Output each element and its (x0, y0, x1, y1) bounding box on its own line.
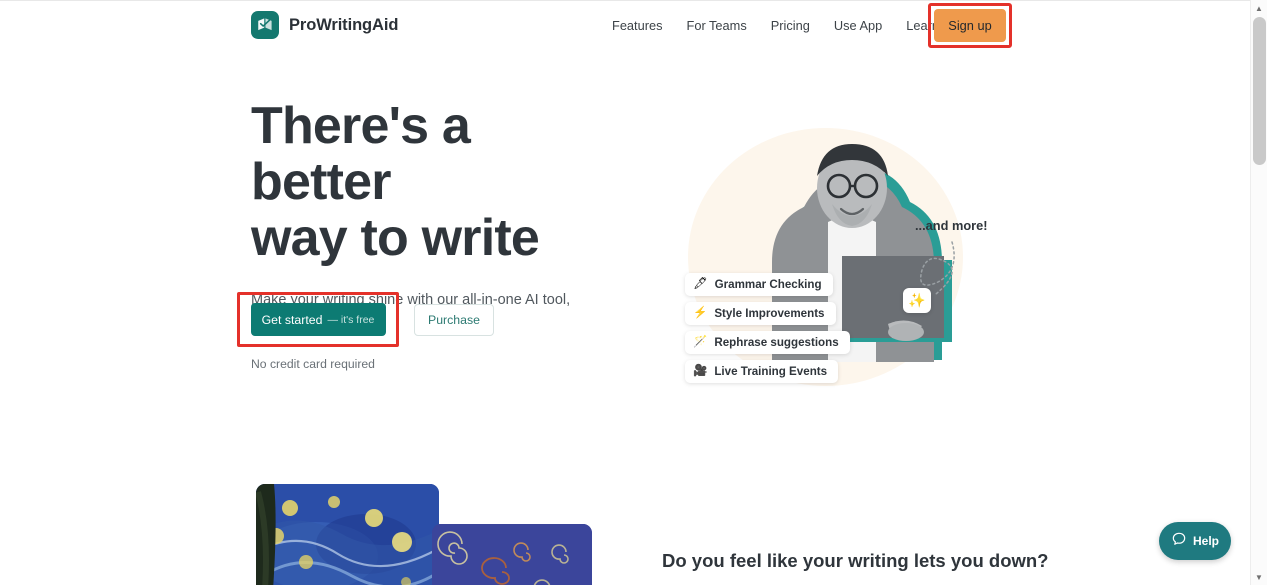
sign-up-highlight-box: Sign up (928, 3, 1012, 48)
hero-copy: There's a better way to write Make your … (237, 98, 611, 347)
get-started-free-note: — it's free (327, 313, 375, 326)
blue-doodle-card (432, 524, 592, 585)
pencil-icon: 🖋 (693, 277, 708, 290)
lightning-bolt-icon: ⚡ (693, 306, 708, 319)
nav-item-features[interactable]: Features (600, 12, 675, 39)
page-scrollbar[interactable]: ▲ ▼ (1250, 0, 1267, 585)
starry-night-painting-card (256, 484, 439, 585)
brand-name: ProWritingAid (289, 15, 399, 34)
feature-chip-label: Rephrase suggestions (714, 336, 839, 349)
get-started-label: Get started (261, 312, 323, 327)
page-title: There's a better way to write (251, 98, 611, 266)
purchase-button[interactable]: Purchase (414, 303, 494, 336)
get-started-highlight-box: Get started — it's free (237, 292, 399, 347)
chevron-down-icon[interactable]: ▼ (1251, 569, 1267, 585)
section-heading: Do you feel like your writing lets you d… (662, 550, 1049, 571)
help-widget-button[interactable]: Help (1159, 522, 1231, 560)
sign-up-button[interactable]: Sign up (934, 9, 1006, 42)
feature-chip-live-training-events: 🎥 Live Training Events (685, 360, 839, 383)
hero-title-line-1: There's a better (251, 97, 471, 211)
scrollbar-thumb[interactable] (1253, 17, 1266, 165)
sparkle-glyph: ✨ (908, 292, 926, 308)
hero-section: There's a better way to write Make your … (0, 50, 1250, 470)
feature-chip-label: Live Training Events (714, 365, 828, 378)
book-check-logo-icon (251, 11, 279, 39)
site-header: ProWritingAid Features For Teams Pricing… (0, 1, 1250, 50)
feature-chip-grammar-checking: 🖋 Grammar Checking (685, 273, 833, 296)
nav-item-use-app[interactable]: Use App (822, 12, 894, 39)
feature-chip-label: Style Improvements (714, 307, 825, 320)
feature-chip-label: Grammar Checking (714, 278, 822, 291)
feature-chip-list: 🖋 Grammar Checking ⚡ Style Improvements … (685, 273, 850, 383)
magic-wand-icon: 🪄 (693, 335, 708, 348)
no-credit-card-note: No credit card required (251, 357, 375, 371)
feature-chip-rephrase-suggestions: 🪄 Rephrase suggestions (685, 331, 850, 354)
chat-bubble-icon (1171, 531, 1187, 552)
chevron-up-icon[interactable]: ▲ (1251, 0, 1267, 16)
and-more-annotation: ...and more! (915, 218, 988, 233)
nav-item-pricing[interactable]: Pricing (759, 12, 822, 39)
brand-logo-link[interactable]: ProWritingAid (251, 11, 398, 39)
feature-chip-style-improvements: ⚡ Style Improvements (685, 302, 836, 325)
nav-item-for-teams[interactable]: For Teams (675, 12, 759, 39)
video-camera-icon: 🎥 (693, 364, 708, 377)
hero-title-line-2: way to write (251, 209, 540, 267)
get-started-button[interactable]: Get started — it's free (250, 303, 386, 336)
hero-cta-row: Get started — it's free Purchase (237, 292, 494, 347)
help-widget-label: Help (1192, 534, 1219, 548)
browser-page-viewport: ProWritingAid Features For Teams Pricing… (0, 0, 1250, 585)
hero-illustration: ...and more! ✨ 🖋 Grammar Checking ⚡ Styl… (660, 110, 1010, 410)
sparkle-icon: ✨ (903, 288, 931, 313)
